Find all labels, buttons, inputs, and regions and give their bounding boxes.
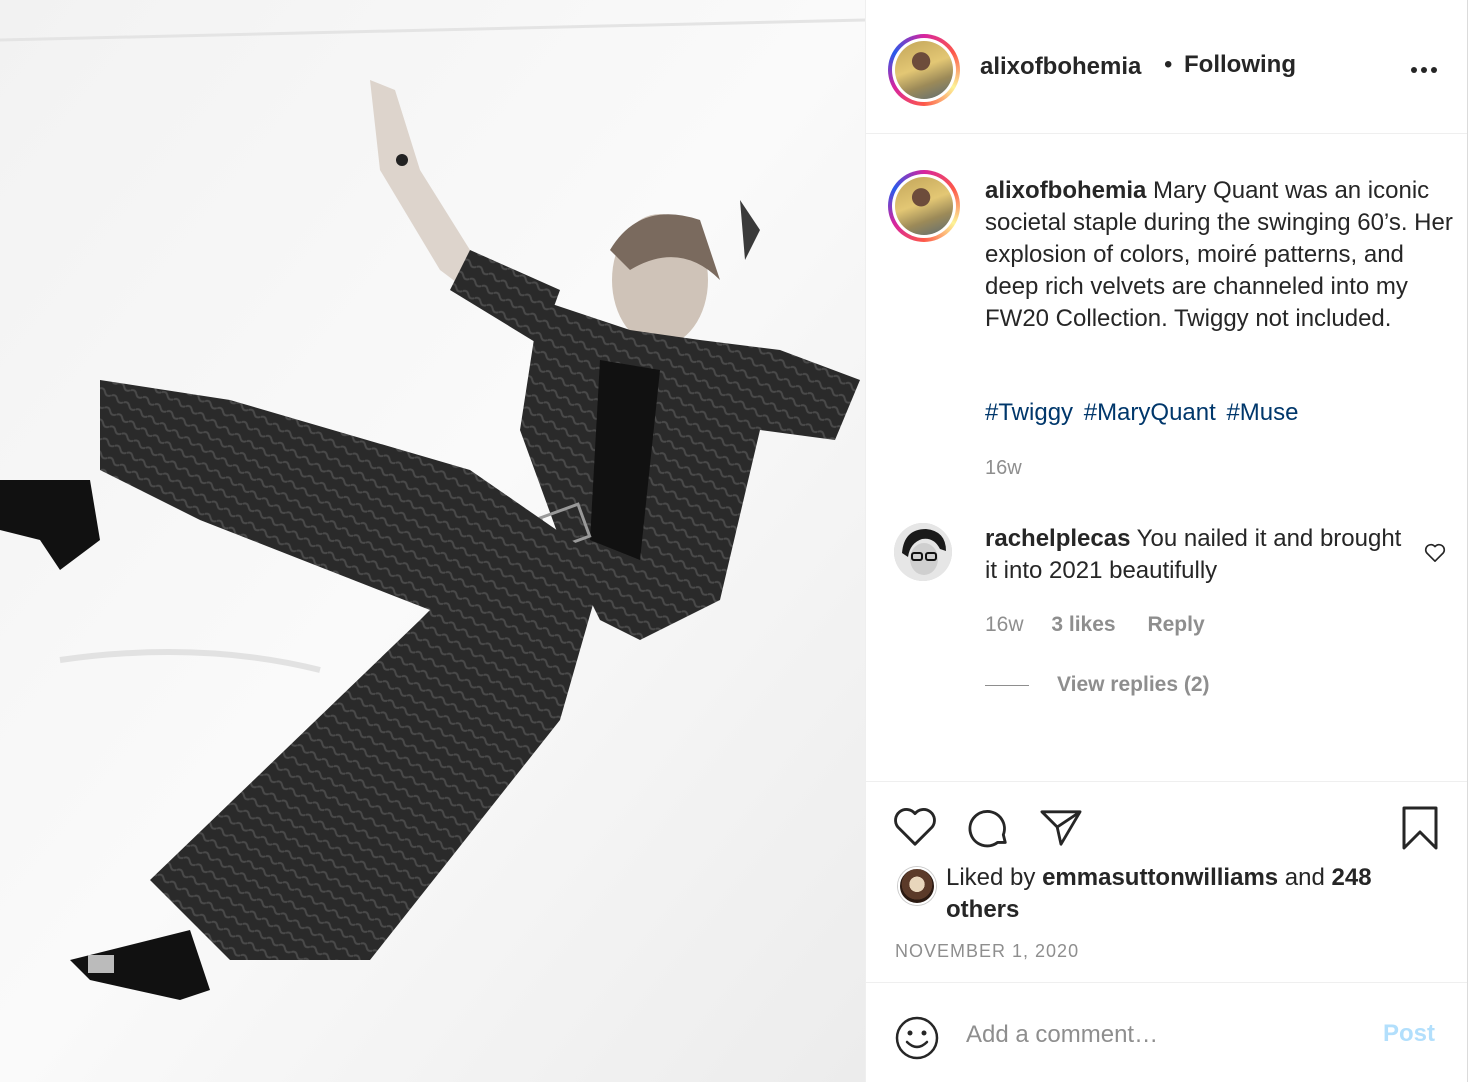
comment-input[interactable] [966, 1013, 1366, 1057]
post-actions: Liked by emmasuttonwilliams and 248 othe… [866, 781, 1467, 982]
liker-avatar[interactable] [898, 867, 936, 905]
liked-by-connector: and [1284, 864, 1325, 891]
author-avatar[interactable] [888, 34, 960, 106]
comment-username[interactable]: rachelplecas [985, 525, 1130, 552]
caption-timestamp[interactable]: 16w [985, 457, 1022, 480]
post-photo[interactable] [0, 0, 865, 1082]
comment-meta: 16w 3 likes Reply [985, 613, 1231, 637]
comment-body: rachelplecas You nailed it and brought i… [985, 523, 1405, 587]
liked-by-text: Liked by emmasuttonwilliams and 248 othe… [946, 862, 1416, 926]
caption-username[interactable]: alixofbohemia [985, 177, 1146, 204]
replies-divider [985, 685, 1029, 686]
comments-section: alixofbohemia Mary Quant was an iconic s… [866, 135, 1467, 781]
save-bookmark-icon[interactable] [1400, 805, 1440, 851]
more-options-icon[interactable] [1409, 60, 1439, 80]
liker-username[interactable]: emmasuttonwilliams [1042, 864, 1278, 891]
following-button[interactable]: Following [1184, 51, 1296, 79]
comment-like-heart-icon[interactable] [1424, 543, 1446, 563]
hashtag-link[interactable]: #Muse [1226, 399, 1298, 426]
like-heart-icon[interactable] [892, 806, 938, 848]
post-detail-panel: alixofbohemia • Following alixofbohemia … [865, 0, 1468, 1082]
hashtag-link[interactable]: #Twiggy [985, 399, 1073, 426]
view-replies-button[interactable]: View replies (2) [1057, 673, 1210, 697]
emoji-smiley-icon[interactable] [894, 1015, 940, 1061]
post-comment-button[interactable]: Post [1383, 1020, 1435, 1048]
comment-timestamp[interactable]: 16w [985, 613, 1024, 636]
comment-likes-count[interactable]: 3 likes [1051, 613, 1115, 636]
caption-author-avatar[interactable] [888, 170, 960, 242]
comment-bubble-icon[interactable] [965, 806, 1011, 852]
commenter-avatar[interactable] [894, 523, 952, 581]
separator-dot: • [1164, 51, 1173, 78]
add-comment-bar: Post [866, 982, 1467, 1082]
author-username[interactable]: alixofbohemia [980, 53, 1141, 81]
liked-by-prefix: Liked by [946, 864, 1036, 891]
share-paper-plane-icon[interactable] [1038, 808, 1084, 848]
post-date[interactable]: NOVEMBER 1, 2020 [895, 941, 1079, 962]
post-caption: alixofbohemia Mary Quant was an iconic s… [985, 175, 1455, 335]
reply-button[interactable]: Reply [1147, 613, 1204, 636]
post-header: alixofbohemia • Following [866, 0, 1467, 134]
photo-image [0, 0, 865, 1082]
hashtag-link[interactable]: #MaryQuant [1084, 399, 1216, 426]
hashtag-list: #Twiggy #MaryQuant #Muse [985, 399, 1303, 427]
